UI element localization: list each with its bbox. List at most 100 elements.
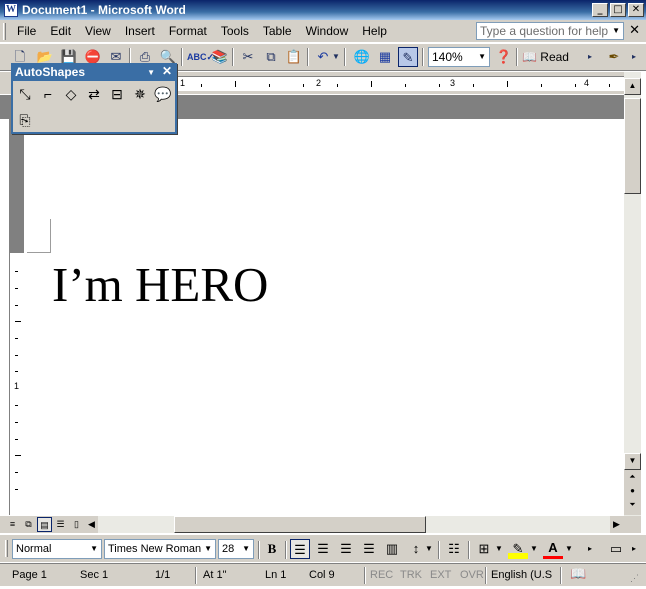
- scroll-down-arrow-icon[interactable]: ▼: [624, 453, 641, 470]
- close-document-button[interactable]: ✕: [629, 22, 640, 39]
- toolbar-grip[interactable]: [5, 540, 8, 557]
- status-rec[interactable]: REC: [370, 569, 393, 582]
- stars-and-banners-icon[interactable]: ✵: [129, 83, 151, 105]
- flowchart-icon[interactable]: ⊟: [106, 83, 128, 105]
- undo-icon[interactable]: ↶: [313, 47, 333, 67]
- close-button[interactable]: ✕: [628, 3, 644, 17]
- word-app-icon[interactable]: W: [4, 3, 18, 17]
- outline-view-icon[interactable]: ☰: [53, 517, 68, 532]
- scroll-up-arrow-icon[interactable]: ▲: [624, 78, 641, 95]
- maximize-button[interactable]: □: [610, 3, 626, 17]
- font-select[interactable]: Times New Roman ▼: [104, 539, 216, 559]
- status-page[interactable]: Page 1: [12, 569, 47, 582]
- title-bar[interactable]: W Document1 - Microsoft Word _ □ ✕: [0, 0, 646, 20]
- border-chevron-icon[interactable]: ▼: [494, 539, 504, 559]
- menu-format[interactable]: Format: [162, 21, 214, 41]
- highlight-chevron-icon[interactable]: ▼: [529, 539, 539, 559]
- bold-button[interactable]: B: [262, 539, 282, 559]
- menu-grip[interactable]: [3, 22, 6, 40]
- menu-file[interactable]: File: [10, 21, 43, 41]
- border-icon[interactable]: ⊞: [474, 539, 494, 559]
- toolbar-separator: [307, 48, 309, 66]
- align-right-icon[interactable]: ☰: [336, 539, 356, 559]
- vertical-scrollbar[interactable]: ▲ ▼ ⏶ ● ⏷: [624, 72, 641, 516]
- scroll-right-arrow-icon[interactable]: ▶: [609, 517, 624, 532]
- basic-shapes-icon[interactable]: ◇: [60, 83, 82, 105]
- vertical-scroll-thumb[interactable]: [624, 98, 641, 194]
- close-icon[interactable]: ✕: [162, 64, 172, 79]
- menu-insert[interactable]: Insert: [118, 21, 162, 41]
- status-ovr[interactable]: OVR: [460, 569, 484, 582]
- horizontal-scroll-thumb[interactable]: [174, 516, 426, 533]
- callouts-icon[interactable]: 💬: [152, 83, 174, 105]
- text-box-icon[interactable]: ▭: [606, 539, 626, 559]
- align-center-icon[interactable]: ☰: [313, 539, 333, 559]
- status-ext[interactable]: EXT: [430, 569, 451, 582]
- insert-hyperlink-icon[interactable]: 🌐: [352, 47, 372, 67]
- menu-window[interactable]: Window: [299, 21, 356, 41]
- status-trk[interactable]: TRK: [400, 569, 422, 582]
- vertical-ruler[interactable]: 1: [9, 95, 24, 515]
- style-select[interactable]: Normal ▼: [12, 539, 102, 559]
- spelling-icon[interactable]: ABC✓: [187, 47, 214, 67]
- chevron-down-icon[interactable]: ▼: [204, 540, 212, 558]
- normal-view-icon[interactable]: ≡: [5, 517, 20, 532]
- reading-layout-view-icon[interactable]: ▯: [69, 517, 84, 532]
- next-page-icon[interactable]: ⏷: [624, 498, 641, 515]
- chevron-down-icon[interactable]: ▼: [478, 48, 486, 66]
- menu-help[interactable]: Help: [355, 21, 394, 41]
- toolbar-options-chevron-icon[interactable]: ▸: [584, 539, 596, 559]
- help-icon[interactable]: ❓: [494, 47, 514, 67]
- cut-icon[interactable]: ✂: [238, 47, 258, 67]
- more-autoshapes-icon[interactable]: ⎘: [14, 109, 36, 131]
- chevron-down-icon[interactable]: ▼: [612, 23, 620, 39]
- distributed-icon[interactable]: ▥: [382, 539, 402, 559]
- block-arrows-icon[interactable]: ⇄: [83, 83, 105, 105]
- toolbar-options-chevron-icon[interactable]: ▸: [628, 47, 640, 67]
- insert-table-icon[interactable]: ▦: [375, 47, 395, 67]
- chevron-down-icon[interactable]: ▼: [90, 540, 98, 558]
- drawing-icon[interactable]: ✎: [398, 47, 418, 67]
- print-layout-view-icon[interactable]: ▤: [37, 517, 52, 532]
- font-color-chevron-icon[interactable]: ▼: [564, 539, 574, 559]
- menu-tools[interactable]: Tools: [214, 21, 256, 41]
- chevron-down-icon[interactable]: ▼: [242, 540, 250, 558]
- resize-grip-icon[interactable]: ⋰: [630, 572, 639, 585]
- menu-table[interactable]: Table: [256, 21, 299, 41]
- read-button[interactable]: 📖 Read: [522, 47, 570, 67]
- ruler-number: 3: [450, 78, 456, 88]
- bullets-icon[interactable]: ☷: [444, 539, 464, 559]
- minimize-button[interactable]: _: [592, 3, 608, 17]
- justify-icon[interactable]: ☰: [359, 539, 379, 559]
- connectors-icon[interactable]: ⌐: [37, 83, 59, 105]
- align-left-icon[interactable]: ☰: [290, 539, 310, 559]
- undo-dropdown-chevron-icon[interactable]: ▼: [331, 47, 341, 67]
- font-size-select[interactable]: 28 ▼: [218, 539, 254, 559]
- toolbar-options-chevron-icon[interactable]: ▸: [628, 539, 640, 559]
- ruler-tick: [541, 84, 542, 87]
- lines-icon[interactable]: ⤡: [14, 83, 36, 105]
- autoshapes-title-bar[interactable]: AutoShapes ▼ ✕: [13, 64, 175, 81]
- toolbar-options-chevron-icon[interactable]: ▸: [584, 47, 596, 67]
- highlight-icon[interactable]: ✎: [508, 539, 528, 559]
- menu-view[interactable]: View: [78, 21, 118, 41]
- horizontal-scrollbar[interactable]: [98, 516, 610, 533]
- spelling-status-book-icon[interactable]: 📖: [570, 567, 586, 580]
- autoshapes-toolbar[interactable]: AutoShapes ▼ ✕ ⤡ ⌐ ◇ ⇄ ⊟ ✵ 💬 ⎘: [11, 63, 177, 134]
- status-language[interactable]: English (U.S: [491, 569, 552, 582]
- research-icon[interactable]: 📚: [210, 47, 230, 67]
- line-spacing-icon[interactable]: ↕: [406, 539, 426, 559]
- document-text[interactable]: I’m HERO: [52, 257, 268, 313]
- document-page[interactable]: I’m HERO: [27, 119, 624, 515]
- reviewing-pen-icon[interactable]: ✒: [604, 47, 624, 67]
- menu-edit[interactable]: Edit: [43, 21, 78, 41]
- copy-icon[interactable]: ⧉: [261, 47, 281, 67]
- font-color-button[interactable]: A: [543, 539, 563, 559]
- scroll-left-arrow-icon[interactable]: ◀: [84, 517, 99, 532]
- line-spacing-chevron-icon[interactable]: ▼: [424, 539, 434, 559]
- ask-question-input[interactable]: Type a question for help ▼: [476, 22, 624, 40]
- paste-icon[interactable]: 📋: [284, 47, 304, 67]
- chevron-down-icon[interactable]: ▼: [147, 65, 155, 80]
- web-layout-view-icon[interactable]: ⧉: [21, 517, 36, 532]
- zoom-select[interactable]: 140% ▼: [428, 47, 490, 67]
